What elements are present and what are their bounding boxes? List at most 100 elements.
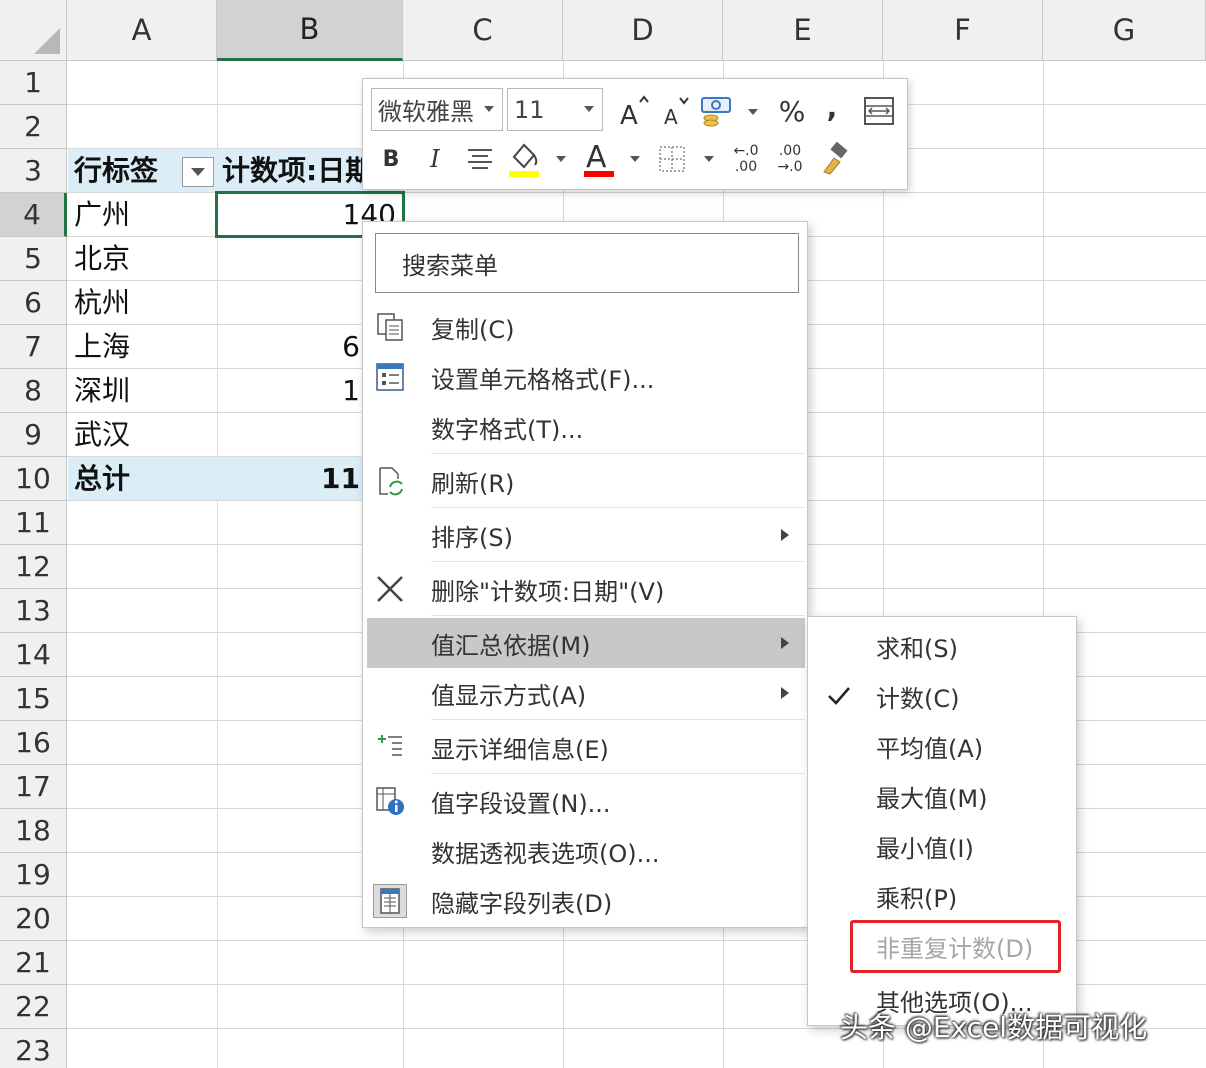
- font-name-combo[interactable]: 微软雅黑: [371, 88, 503, 131]
- column-header-b[interactable]: B: [217, 0, 403, 61]
- increase-decimal-icon: ←.0: [733, 143, 759, 159]
- shrink-font-button[interactable]: A: [659, 91, 695, 131]
- menu-item-label: 数字格式(T)...: [431, 415, 584, 444]
- fill-color-button[interactable]: [505, 137, 543, 181]
- search-menu-input[interactable]: 搜索菜单: [375, 233, 799, 293]
- row-header-12[interactable]: 12: [0, 545, 67, 589]
- submenu-item-sum[interactable]: 求和(S): [810, 621, 1076, 671]
- borders-button[interactable]: [653, 139, 691, 179]
- format-painter-button[interactable]: [815, 139, 855, 179]
- row-header-2[interactable]: 2: [0, 105, 67, 149]
- menu-item-value-field-settings[interactable]: 值字段设置(N)...: [367, 776, 805, 826]
- italic-button[interactable]: I: [417, 139, 453, 179]
- refresh-icon: [373, 464, 407, 498]
- column-header-d[interactable]: D: [563, 0, 723, 61]
- merge-center-button[interactable]: [859, 91, 899, 131]
- menu-item-label: 复制(C): [431, 315, 515, 344]
- accounting-format-button[interactable]: [697, 91, 737, 131]
- font-color-button[interactable]: A: [579, 137, 619, 181]
- row-header-17[interactable]: 17: [0, 765, 67, 809]
- grow-font-button[interactable]: A: [613, 91, 653, 131]
- chevron-down-icon[interactable]: [556, 156, 566, 162]
- chevron-down-icon[interactable]: [630, 156, 640, 162]
- row-header-22[interactable]: 22: [0, 985, 67, 1029]
- row-header-14[interactable]: 14: [0, 633, 67, 677]
- row-header-1[interactable]: 1: [0, 61, 67, 105]
- watermark: 头条 @Excel数据可视化: [840, 1011, 1148, 1044]
- column-header-e[interactable]: E: [723, 0, 883, 61]
- menu-item-copy[interactable]: 复制(C): [367, 302, 805, 352]
- row-header-21[interactable]: 21: [0, 941, 67, 985]
- submenu-item-min[interactable]: 最小值(I): [810, 821, 1076, 871]
- bold-button[interactable]: B: [373, 139, 409, 179]
- row-header-16[interactable]: 16: [0, 721, 67, 765]
- pivot-row-label[interactable]: 广州: [74, 193, 130, 237]
- row-header-13[interactable]: 13: [0, 589, 67, 633]
- row-header-9[interactable]: 9: [0, 413, 67, 457]
- pivot-row-value[interactable]: 6: [218, 325, 360, 369]
- menu-item-pivot-options[interactable]: 数据透视表选项(O)...: [367, 826, 805, 876]
- pivot-row-value[interactable]: [218, 281, 360, 325]
- row-header-5[interactable]: 5: [0, 237, 67, 281]
- column-header-g[interactable]: G: [1043, 0, 1206, 61]
- pivot-row-label[interactable]: 武汉: [74, 413, 130, 457]
- increase-decimal-button[interactable]: ←.0 .00: [727, 137, 765, 181]
- pivot-row-label-header[interactable]: 行标签: [74, 149, 158, 193]
- column-header-a[interactable]: A: [67, 0, 217, 61]
- chevron-down-icon[interactable]: [748, 109, 758, 115]
- row-header-15[interactable]: 15: [0, 677, 67, 721]
- percent-style-button[interactable]: %: [773, 91, 811, 131]
- column-header-c[interactable]: C: [403, 0, 563, 61]
- submenu-item-average[interactable]: 平均值(A): [810, 721, 1076, 771]
- menu-item-label: 值显示方式(A): [431, 681, 587, 710]
- row-header-19[interactable]: 19: [0, 853, 67, 897]
- submenu-arrow-icon: [781, 687, 789, 699]
- row-header-6[interactable]: 6: [0, 281, 67, 325]
- field-list-icon: [373, 884, 407, 918]
- row-header-10[interactable]: 10: [0, 457, 67, 501]
- pivot-row-label[interactable]: 上海: [74, 325, 130, 369]
- font-size-combo[interactable]: 11: [507, 88, 603, 131]
- menu-item-hide-field-list[interactable]: 隐藏字段列表(D): [367, 876, 805, 926]
- row-header-8[interactable]: 8: [0, 369, 67, 413]
- pivot-row-value[interactable]: 1: [218, 369, 360, 413]
- row-header-11[interactable]: 11: [0, 501, 67, 545]
- select-all-corner[interactable]: [0, 0, 67, 61]
- pivot-row-label[interactable]: 杭州: [74, 281, 130, 325]
- menu-item-number-format[interactable]: 数字格式(T)...: [367, 402, 805, 452]
- submenu-item-max[interactable]: 最大值(M): [810, 771, 1076, 821]
- pivot-row-label[interactable]: 深圳: [74, 369, 130, 413]
- svg-text:A: A: [620, 101, 638, 128]
- menu-item-refresh[interactable]: 刷新(R): [367, 456, 805, 506]
- row-header-18[interactable]: 18: [0, 809, 67, 853]
- menu-item-sort[interactable]: 排序(S): [367, 510, 805, 560]
- pivot-row-value[interactable]: [218, 237, 360, 281]
- menu-item-summarize-values-by[interactable]: 值汇总依据(M): [367, 618, 805, 668]
- menu-item-remove-field[interactable]: 删除"计数项:日期"(V): [367, 564, 805, 614]
- submenu-arrow-icon: [781, 637, 789, 649]
- menu-item-show-details[interactable]: 显示详细信息(E): [367, 722, 805, 772]
- pivot-value-header[interactable]: 计数项:日期: [222, 149, 364, 193]
- menu-item-format-cells[interactable]: 设置单元格格式(F)...: [367, 352, 805, 402]
- menu-item-label: 设置单元格格式(F)...: [431, 365, 655, 394]
- pivot-total-label[interactable]: 总计: [74, 457, 130, 501]
- row-header-23[interactable]: 23: [0, 1029, 67, 1068]
- decrease-decimal-button[interactable]: .00 →.0: [771, 137, 809, 181]
- row-header-4[interactable]: 4: [0, 193, 67, 237]
- comma-style-button[interactable]: ,: [815, 87, 849, 127]
- pivot-row-label[interactable]: 北京: [74, 237, 130, 281]
- submenu-item-count[interactable]: 计数(C): [810, 671, 1076, 721]
- pivot-total-value[interactable]: 11: [218, 457, 360, 501]
- row-header-20[interactable]: 20: [0, 897, 67, 941]
- center-align-button[interactable]: [461, 139, 499, 179]
- format-cells-icon: [373, 360, 407, 394]
- submenu-item-product[interactable]: 乘积(P): [810, 871, 1076, 921]
- menu-item-show-values-as[interactable]: 值显示方式(A): [367, 668, 805, 718]
- row-label-filter-button[interactable]: [182, 157, 214, 187]
- chevron-down-icon[interactable]: [704, 156, 714, 162]
- shrink-font-icon: A: [664, 97, 689, 128]
- row-header-3[interactable]: 3: [0, 149, 67, 193]
- row-header-7[interactable]: 7: [0, 325, 67, 369]
- column-header-f[interactable]: F: [883, 0, 1043, 61]
- pivot-row-value[interactable]: [218, 413, 360, 457]
